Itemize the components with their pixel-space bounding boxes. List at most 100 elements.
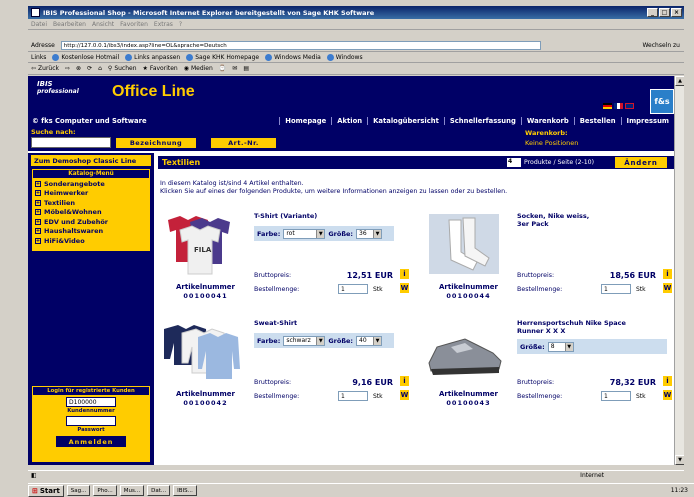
menu-help[interactable]: ? [179, 21, 182, 28]
category-item[interactable]: + EDV und Zubehör [32, 217, 150, 227]
home-button[interactable]: ⌂ [98, 65, 102, 72]
window-titlebar: IBIS Professional Shop - Microsoft Inter… [28, 6, 684, 19]
category-item[interactable]: + Haushaltswaren [32, 227, 150, 237]
product-image[interactable] [421, 212, 506, 277]
demoshop-link[interactable]: Zum Demoshop Classic Line [31, 155, 151, 166]
link-media[interactable]: Windows Media [265, 53, 321, 61]
info-button[interactable]: i [400, 269, 409, 279]
product-name[interactable]: Socken, Nike weiss, 3er Pack [517, 212, 597, 228]
add-to-cart-button[interactable]: W [400, 283, 409, 293]
product-name[interactable]: Sweat-Shirt [254, 319, 297, 327]
link-hotmail[interactable]: Kostenlose Hotmail [52, 53, 119, 61]
article-number: 00100044 [446, 292, 491, 300]
nav-bestellen[interactable]: Bestellen [573, 116, 621, 125]
scroll-down-icon[interactable]: ▼ [675, 455, 684, 465]
category-item[interactable]: + HiFi&Video [32, 236, 150, 246]
product-card: FILA Artikelnummer 00100041 T-Shirt (Var… [158, 212, 416, 312]
category-item[interactable]: + Möbel&Wohnen [32, 208, 150, 218]
info-button[interactable]: i [400, 376, 409, 386]
print-button[interactable]: ▤ [243, 65, 249, 72]
product-image[interactable] [158, 319, 243, 384]
nav-warenkorb[interactable]: Warenkorb [520, 116, 574, 125]
nav-aktion[interactable]: Aktion [331, 116, 367, 125]
menu-tools[interactable]: Extras [154, 21, 173, 28]
category-item[interactable]: + Heimwerker [32, 189, 150, 199]
add-to-cart-button[interactable]: W [663, 283, 672, 293]
change-button[interactable]: Ändern [615, 157, 667, 168]
menu-edit[interactable]: Bearbeiten [53, 21, 86, 28]
password-input[interactable] [66, 416, 116, 426]
menu-file[interactable]: Datei [31, 21, 47, 28]
size-select[interactable]: 40 ▼ [356, 335, 383, 346]
mail-button[interactable]: ✉ [232, 65, 237, 72]
favorites-button[interactable]: ★ Favoriten [143, 65, 178, 72]
flag-fr-icon[interactable] [614, 103, 623, 109]
search-artnr-button[interactable]: Art.-Nr. [211, 138, 276, 148]
nav-katalog[interactable]: Katalogübersicht [367, 116, 444, 125]
links-bar: Links Kostenlose Hotmail Links anpassen … [28, 52, 684, 63]
maximize-button[interactable]: □ [659, 8, 670, 17]
link-customize[interactable]: Links anpassen [125, 53, 180, 61]
per-page-input[interactable]: 4 [507, 158, 521, 167]
forward-button[interactable]: ⇨ [65, 65, 70, 72]
size-value: 8 [550, 343, 555, 350]
clock[interactable]: 11:23 [671, 487, 688, 494]
back-button[interactable]: ⇦ Zurück [31, 65, 59, 72]
nav-homepage[interactable]: Homepage [279, 116, 331, 125]
search-button[interactable]: ⚲ Suchen [108, 65, 137, 72]
menu-favorites[interactable]: Favoriten [120, 21, 148, 28]
taskbar-item[interactable]: Sag... [66, 485, 91, 496]
flag-gb-icon[interactable] [625, 103, 634, 109]
info-button[interactable]: i [663, 269, 672, 279]
shop-header: IBIS professional Office Line f&s [28, 76, 674, 114]
refresh-button[interactable]: ⟳ [87, 65, 92, 72]
search-input[interactable] [31, 137, 111, 148]
intro-line: Klicken Sie auf eines der folgenden Prod… [160, 188, 508, 195]
variant-options: Farbe: rot ▼ Größe: 36 ▼ [254, 226, 394, 241]
scroll-up-icon[interactable]: ▲ [675, 76, 684, 86]
product-name[interactable]: T-Shirt (Variante) [254, 212, 317, 220]
taskbar-item[interactable]: Pho... [93, 485, 117, 496]
info-button[interactable]: i [663, 376, 672, 386]
add-to-cart-button[interactable]: W [663, 390, 672, 400]
category-item[interactable]: + Sonderangebote [32, 179, 150, 189]
link-windows[interactable]: Windows [326, 53, 363, 61]
link-sage[interactable]: Sage KHK Homepage [186, 53, 259, 61]
color-select[interactable]: rot ▼ [283, 228, 326, 239]
size-value: 40 [359, 337, 367, 344]
product-name[interactable]: Herrensportschuh Nike Space Runner X X X [517, 319, 627, 335]
size-label: Größe: [328, 229, 354, 238]
flag-de-icon[interactable] [603, 103, 612, 109]
size-select[interactable]: 36 ▼ [356, 228, 383, 239]
minimize-button[interactable]: _ [647, 8, 658, 17]
login-button[interactable]: Anmelden [56, 436, 126, 447]
product-image[interactable] [421, 319, 506, 384]
address-input[interactable]: http://127.0.0.1/ibs3/index.asp?line=OL&… [60, 41, 541, 50]
taskbar-item[interactable]: Mus... [119, 485, 145, 496]
nav-impressum[interactable]: Impressum [620, 116, 674, 125]
size-select[interactable]: 8 ▼ [547, 341, 574, 352]
close-button[interactable]: × [671, 8, 682, 17]
quantity-input[interactable]: 1 [601, 284, 631, 294]
quantity-input[interactable]: 1 [601, 391, 631, 401]
customer-number-input[interactable]: D100000 [66, 397, 116, 407]
catalog-menu: Katalog-Menü + Sonderangebote + Heimwerker… [31, 168, 151, 252]
media-button[interactable]: ◉ Medien [184, 65, 213, 72]
vertical-scrollbar[interactable]: ▲ ▼ [674, 76, 684, 465]
quantity-input[interactable]: 1 [338, 284, 368, 294]
quantity-input[interactable]: 1 [338, 391, 368, 401]
go-button[interactable]: Wechseln zu [642, 42, 680, 49]
category-item[interactable]: + Textilien [32, 198, 150, 208]
color-select[interactable]: schwarz ▼ [283, 335, 326, 346]
menu-view[interactable]: Ansicht [92, 21, 114, 28]
search-name-button[interactable]: Bezeichnung [116, 138, 196, 148]
nav-schnellerfassung[interactable]: Schnellerfassung [443, 116, 521, 125]
history-button[interactable]: ⌚ [219, 65, 226, 72]
taskbar-item[interactable]: Dat... [147, 485, 171, 496]
taskbar-item[interactable]: IBIS... [173, 485, 197, 496]
price-label: Bruttopreis: [517, 379, 555, 386]
stop-button[interactable]: ⊗ [76, 65, 81, 72]
start-button[interactable]: ⊞ Start [28, 484, 64, 497]
add-to-cart-button[interactable]: W [400, 390, 409, 400]
product-image[interactable]: FILA [158, 212, 243, 277]
